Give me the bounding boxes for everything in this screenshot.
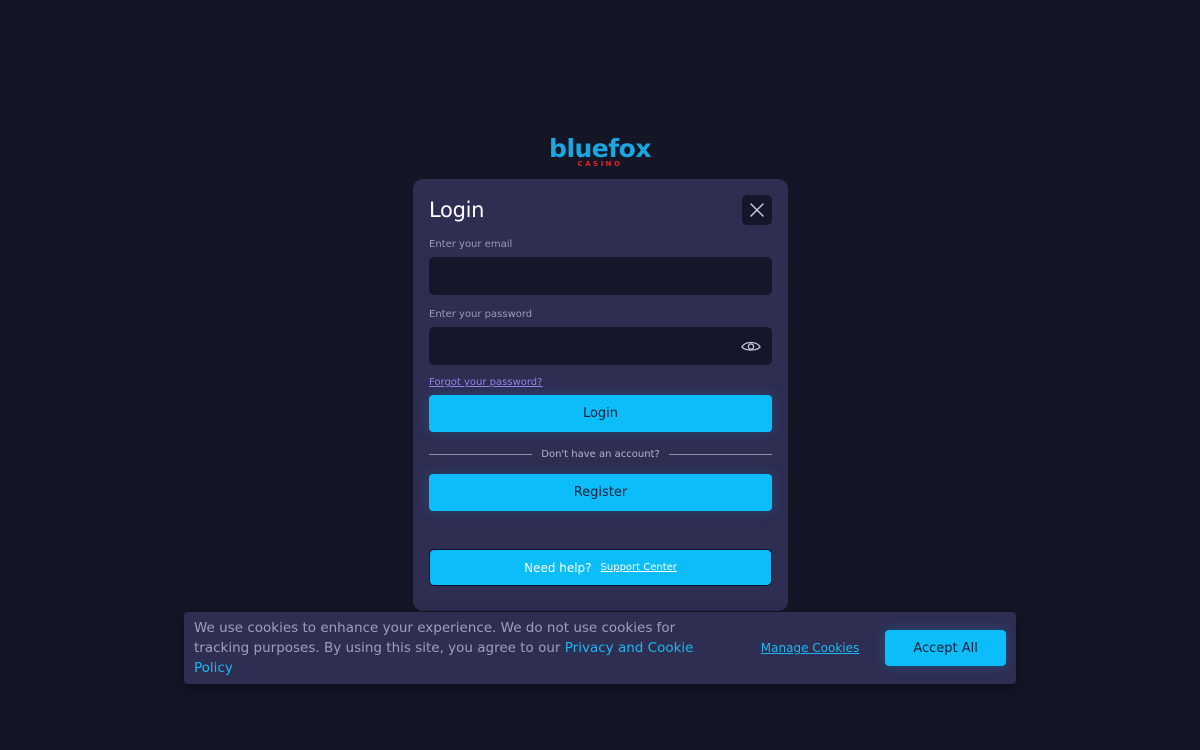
divider-line-right bbox=[668, 453, 773, 455]
register-button[interactable]: Register bbox=[429, 474, 772, 511]
close-icon bbox=[750, 203, 764, 217]
cookie-banner: We use cookies to enhance your experienc… bbox=[184, 612, 1016, 684]
no-account-text: Don't have an account? bbox=[541, 448, 660, 460]
modal-header: Login bbox=[429, 195, 772, 225]
cookie-message: We use cookies to enhance your experienc… bbox=[194, 618, 733, 678]
help-bar: Need help? Support Center bbox=[429, 549, 772, 586]
toggle-password-visibility-button[interactable] bbox=[740, 338, 762, 354]
password-label: Enter your password bbox=[429, 309, 533, 320]
modal-title: Login bbox=[429, 198, 485, 222]
bluefox-logo[interactable]: bluefox CASINO bbox=[0, 134, 1200, 169]
eye-icon bbox=[741, 341, 761, 351]
email-input[interactable] bbox=[429, 257, 772, 295]
need-help-text: Need help? bbox=[524, 560, 592, 575]
forgot-password-link[interactable]: Forgot your password? bbox=[429, 376, 542, 389]
password-input[interactable] bbox=[429, 327, 772, 365]
divider: Don't have an account? bbox=[429, 447, 773, 461]
close-button[interactable] bbox=[742, 195, 772, 225]
email-label: Enter your email bbox=[429, 239, 513, 250]
divider-line-left bbox=[429, 453, 533, 455]
password-field-wrap bbox=[429, 327, 772, 365]
support-center-link[interactable]: Support Center bbox=[601, 562, 677, 573]
page: bluefox CASINO Login Enter your email En… bbox=[0, 0, 1200, 750]
email-field-wrap bbox=[429, 257, 772, 295]
accept-all-button[interactable]: Accept All bbox=[885, 630, 1006, 666]
logo-wordmark: bluefox bbox=[549, 134, 651, 163]
login-modal: Login Enter your email Enter your passwo… bbox=[413, 179, 788, 611]
manage-cookies-link[interactable]: Manage Cookies bbox=[761, 641, 859, 655]
login-button[interactable]: Login bbox=[429, 395, 772, 432]
logo-subtitle: CASINO bbox=[577, 160, 623, 168]
